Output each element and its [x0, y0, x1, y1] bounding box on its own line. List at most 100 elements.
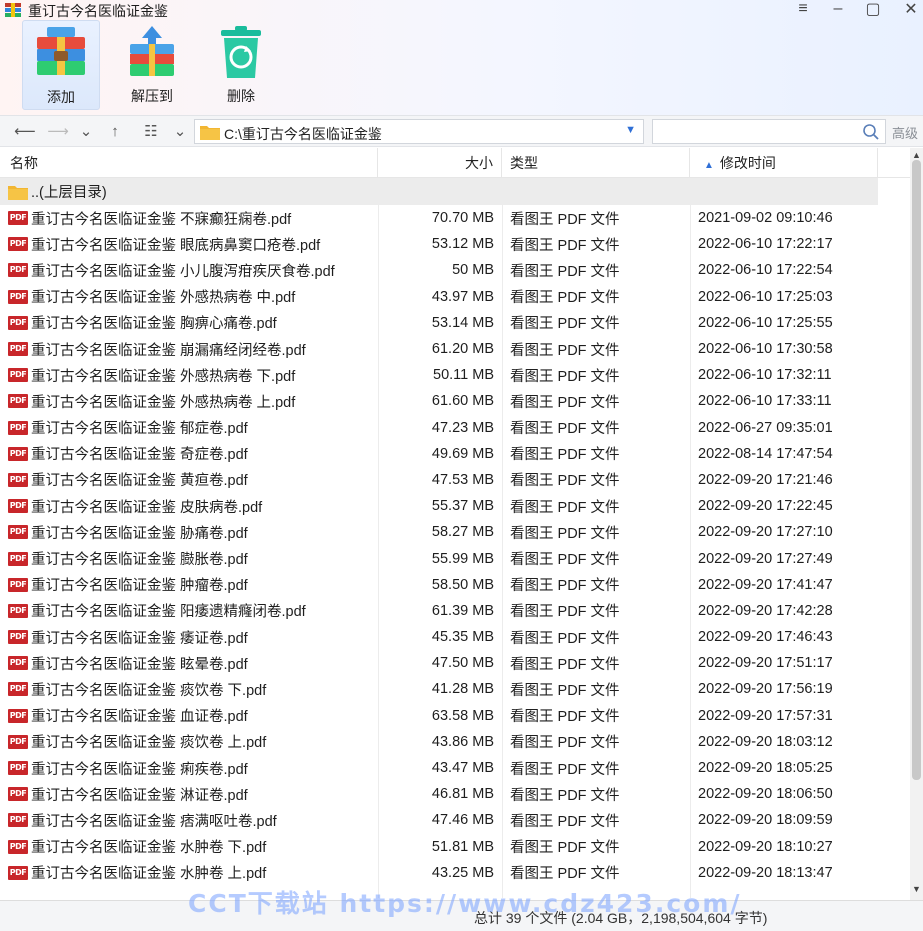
- file-type: 看图王 PDF 文件: [510, 709, 620, 726]
- table-row[interactable]: PDF 重订古今名医临证金鉴 眼底病鼻窦口疮卷.pdf 53.12 MB 看图王 PD…: [0, 231, 878, 257]
- parent-directory-row[interactable]: ..(上层目录): [0, 178, 878, 205]
- forward-arrow-icon[interactable]: ⟶: [47, 122, 69, 140]
- file-size: 46.81 MB: [431, 786, 494, 803]
- file-name-cell: PDF 重订古今名医临证金鉴 郁症卷.pdf: [8, 415, 378, 441]
- file-type: 看图王 PDF 文件: [510, 499, 620, 516]
- pdf-file-icon: PDF: [8, 420, 28, 435]
- table-row[interactable]: PDF 重订古今名医临证金鉴 痰饮卷 上.pdf 43.86 MB 看图王 PDF 文…: [0, 729, 878, 755]
- pdf-file-icon: PDF: [8, 787, 28, 802]
- column-type-label: 类型: [510, 155, 538, 171]
- file-name-cell: PDF 重订古今名医临证金鉴 痰饮卷 上.pdf: [8, 729, 378, 755]
- scroll-down-icon[interactable]: ▼: [911, 884, 922, 894]
- back-arrow-icon[interactable]: ⟵: [14, 122, 36, 140]
- file-name: 重订古今名医临证金鉴 血证卷.pdf: [31, 709, 248, 726]
- file-name-cell: PDF 重订古今名医临证金鉴 痞满呕吐卷.pdf: [8, 807, 378, 833]
- file-modified: 2022-06-10 17:22:54: [698, 262, 833, 279]
- pdf-file-icon: PDF: [8, 315, 28, 330]
- file-modified: 2022-09-20 18:03:12: [698, 733, 833, 750]
- column-modified-label: 修改时间: [719, 155, 776, 171]
- view-dropdown-icon[interactable]: ⌄: [172, 122, 188, 140]
- column-size[interactable]: 大小: [378, 148, 502, 178]
- search-icon[interactable]: [862, 123, 880, 141]
- file-size: 47.53 MB: [431, 471, 494, 488]
- file-name: 重订古今名医临证金鉴 痰饮卷 下.pdf: [31, 682, 267, 699]
- table-row[interactable]: PDF 重订古今名医临证金鉴 胸痹心痛卷.pdf 53.14 MB 看图王 PDF 文…: [0, 310, 878, 336]
- pdf-file-icon: PDF: [8, 289, 28, 304]
- file-name-cell: PDF 重订古今名医临证金鉴 崩漏痛经闭经卷.pdf: [8, 336, 378, 362]
- table-row[interactable]: PDF 重订古今名医临证金鉴 郁症卷.pdf 47.23 MB 看图王 PDF 文件 2…: [0, 415, 878, 441]
- file-modified: 2022-06-10 17:25:03: [698, 288, 833, 305]
- table-row[interactable]: PDF 重订古今名医临证金鉴 外感热病卷 下.pdf 50.11 MB 看图王 PDF…: [0, 362, 878, 388]
- file-size: 41.28 MB: [431, 681, 494, 698]
- table-row[interactable]: PDF 重订古今名医临证金鉴 痿证卷.pdf 45.35 MB 看图王 PDF 文件 2…: [0, 624, 878, 650]
- column-type[interactable]: 类型: [502, 148, 690, 178]
- delete-button[interactable]: 删除: [202, 20, 280, 110]
- column-modified[interactable]: ▲ 修改时间: [690, 148, 878, 178]
- table-row[interactable]: PDF 重订古今名医临证金鉴 胁痛卷.pdf 58.27 MB 看图王 PDF 文件 2…: [0, 519, 878, 545]
- chevron-down-icon[interactable]: ⌄: [78, 122, 94, 140]
- minimize-button[interactable]: –: [825, 0, 851, 18]
- pdf-file-icon: PDF: [8, 342, 28, 357]
- table-row[interactable]: PDF 重订古今名医临证金鉴 臌胀卷.pdf 55.99 MB 看图王 PDF 文件 2…: [0, 545, 878, 571]
- table-row[interactable]: PDF 重订古今名医临证金鉴 黄疸卷.pdf 47.53 MB 看图王 PDF 文件 2…: [0, 467, 878, 493]
- column-name[interactable]: 名称: [0, 148, 378, 178]
- file-modified: 2022-09-20 18:13:47: [698, 864, 833, 881]
- table-row[interactable]: PDF 重订古今名医临证金鉴 不寐癫狂痫卷.pdf 70.70 MB 看图王 PDF …: [0, 205, 878, 231]
- maximize-button[interactable]: ▢: [860, 0, 886, 18]
- table-row[interactable]: PDF 重订古今名医临证金鉴 水肿卷 上.pdf 43.25 MB 看图王 PDF 文…: [0, 860, 878, 886]
- table-row[interactable]: PDF 重订古今名医临证金鉴 血证卷.pdf 63.58 MB 看图王 PDF 文件 2…: [0, 703, 878, 729]
- file-modified: 2022-06-10 17:32:11: [698, 367, 832, 384]
- column-name-label: 名称: [10, 155, 38, 171]
- table-row[interactable]: PDF 重订古今名医临证金鉴 痰饮卷 下.pdf 41.28 MB 看图王 PDF 文…: [0, 676, 878, 702]
- table-row[interactable]: PDF 重订古今名医临证金鉴 肿瘤卷.pdf 58.50 MB 看图王 PDF 文件 2…: [0, 572, 878, 598]
- extract-label: 解压到: [131, 88, 173, 104]
- file-type: 看图王 PDF 文件: [510, 394, 620, 411]
- table-row[interactable]: PDF 重订古今名医临证金鉴 痞满呕吐卷.pdf 47.46 MB 看图王 PDF 文…: [0, 807, 878, 833]
- file-name: 重订古今名医临证金鉴 痢疾卷.pdf: [31, 761, 248, 778]
- file-modified: 2021-09-02 09:10:46: [698, 210, 833, 227]
- file-modified: 2022-06-27 09:35:01: [698, 419, 833, 436]
- table-row[interactable]: PDF 重订古今名医临证金鉴 小儿腹泻疳疾厌食卷.pdf 50 MB 看图王 PDF …: [0, 257, 878, 283]
- address-dropdown-icon[interactable]: ▼: [625, 124, 636, 136]
- table-row[interactable]: PDF 重订古今名医临证金鉴 淋证卷.pdf 46.81 MB 看图王 PDF 文件 2…: [0, 781, 878, 807]
- file-name-cell: PDF 重订古今名医临证金鉴 胁痛卷.pdf: [8, 519, 378, 545]
- file-name-cell: PDF 重订古今名医临证金鉴 臌胀卷.pdf: [8, 545, 378, 571]
- table-row[interactable]: PDF 重订古今名医临证金鉴 崩漏痛经闭经卷.pdf 61.20 MB 看图王 PDF…: [0, 336, 878, 362]
- file-name-cell: PDF 重订古今名医临证金鉴 不寐癫狂痫卷.pdf: [8, 205, 378, 231]
- file-modified: 2022-09-20 18:09:59: [698, 812, 833, 829]
- file-name-cell: PDF 重订古今名医临证金鉴 胸痹心痛卷.pdf: [8, 310, 378, 336]
- folder-icon: [8, 185, 28, 200]
- close-button[interactable]: ✕: [898, 0, 923, 18]
- file-name: 重订古今名医临证金鉴 外感热病卷 上.pdf: [31, 394, 296, 411]
- file-size: 47.46 MB: [431, 812, 494, 829]
- table-row[interactable]: PDF 重订古今名医临证金鉴 痢疾卷.pdf 43.47 MB 看图王 PDF 文件 2…: [0, 755, 878, 781]
- pdf-file-icon: PDF: [8, 603, 28, 618]
- address-bar[interactable]: C:\重订古今名医临证金鉴 ▼: [194, 119, 644, 144]
- file-type: 看图王 PDF 文件: [510, 237, 620, 254]
- add-button[interactable]: 添加: [22, 20, 100, 110]
- scrollbar-thumb[interactable]: [912, 160, 921, 780]
- table-row[interactable]: PDF 重订古今名医临证金鉴 眩晕卷.pdf 47.50 MB 看图王 PDF 文件 2…: [0, 650, 878, 676]
- scroll-up-icon[interactable]: ▲: [911, 150, 922, 160]
- file-name: 重订古今名医临证金鉴 阳痿遗精癃闭卷.pdf: [31, 604, 306, 621]
- vertical-scrollbar[interactable]: ▲ ▼: [910, 148, 923, 900]
- table-row[interactable]: PDF 重订古今名医临证金鉴 奇症卷.pdf 49.69 MB 看图王 PDF 文件 2…: [0, 441, 878, 467]
- file-name: 重订古今名医临证金鉴 郁症卷.pdf: [31, 421, 248, 438]
- extract-button[interactable]: 解压到: [113, 20, 191, 110]
- search-input[interactable]: [652, 119, 886, 144]
- file-name: 重订古今名医临证金鉴 奇症卷.pdf: [31, 447, 248, 464]
- file-modified: 2022-09-20 17:41:47: [698, 576, 833, 593]
- table-row[interactable]: PDF 重订古今名医临证金鉴 外感热病卷 上.pdf 61.60 MB 看图王 PDF…: [0, 388, 878, 414]
- file-name: 重订古今名医临证金鉴 皮肤病卷.pdf: [31, 499, 263, 516]
- menu-button[interactable]: ≡: [790, 0, 816, 18]
- advanced-search-link[interactable]: 高级: [892, 123, 918, 142]
- file-name: 重订古今名医临证金鉴 眼底病鼻窦口疮卷.pdf: [31, 237, 321, 254]
- table-row[interactable]: PDF 重订古今名医临证金鉴 皮肤病卷.pdf 55.37 MB 看图王 PDF 文件…: [0, 493, 878, 519]
- table-row[interactable]: PDF 重订古今名医临证金鉴 阳痿遗精癃闭卷.pdf 61.39 MB 看图王 PDF…: [0, 598, 878, 624]
- table-row[interactable]: PDF 重订古今名医临证金鉴 水肿卷 下.pdf 51.81 MB 看图王 PDF 文…: [0, 834, 878, 860]
- table-row[interactable]: PDF 重订古今名医临证金鉴 外感热病卷 中.pdf 43.97 MB 看图王 PDF…: [0, 284, 878, 310]
- file-modified: 2022-09-20 17:56:19: [698, 681, 833, 698]
- recycle-bin-icon: [221, 26, 261, 78]
- view-mode-icon[interactable]: ☷: [140, 122, 162, 140]
- up-arrow-icon[interactable]: ↑: [106, 122, 124, 140]
